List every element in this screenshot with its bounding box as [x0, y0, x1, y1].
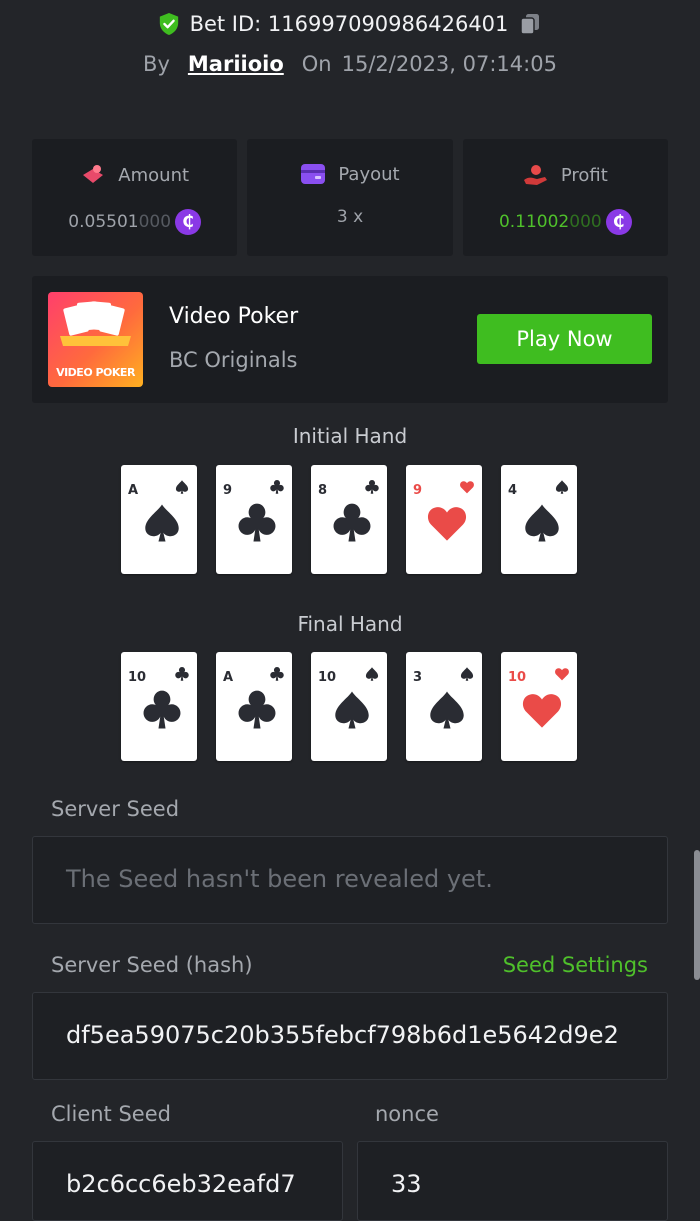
profit-icon — [523, 165, 547, 185]
seed-settings-link[interactable]: Seed Settings — [503, 953, 648, 977]
card-rank: 10 — [318, 670, 337, 685]
initial-hand-card: 9 — [406, 465, 482, 574]
card-rank: A — [223, 670, 234, 685]
server-seed-hash-field[interactable]: df5ea59075c20b355febcf798b6d1e5642d9e2 — [32, 992, 668, 1080]
scrollbar-thumb[interactable] — [694, 850, 700, 980]
club-suit-icon — [270, 479, 284, 494]
initial-hand-title: Initial Hand — [292, 424, 408, 448]
amount-icon — [83, 165, 104, 183]
profit-label: Profit — [560, 164, 608, 186]
game-card: VIDEO POKER Video Poker BC Originals Pla… — [32, 276, 668, 403]
nonce-field[interactable]: 33 — [357, 1141, 668, 1221]
nonce-label: nonce — [375, 1102, 439, 1126]
card-rank: 10 — [508, 670, 527, 685]
profit-stat: Profit 0.11002000 ₵ — [462, 139, 668, 256]
heart-suit-icon — [460, 481, 474, 494]
game-provider: BC Originals — [169, 348, 298, 372]
bet-header: Bet ID: 116997090986426401 By Mariioio O… — [0, 0, 700, 76]
spade-suit-icon — [460, 667, 474, 681]
club-suit-icon — [238, 690, 276, 729]
coin-icon: ₵ — [175, 209, 202, 235]
club-suit-icon — [175, 666, 189, 681]
final-hand-card: 10 — [311, 652, 387, 761]
final-hand-card: A — [216, 652, 292, 761]
final-hand-card: 3 — [406, 652, 482, 761]
initial-hand: A 9 8 9 4 — [121, 465, 577, 574]
video-poker-thumbnail[interactable]: VIDEO POKER — [48, 292, 143, 387]
initial-hand-card: 9 — [216, 465, 292, 574]
club-suit-icon — [238, 503, 276, 542]
bet-stats: Amount 0.05501000 ₵ Payout 3 x Profit 0.… — [32, 139, 668, 256]
card-rank: A — [128, 483, 139, 498]
card-rank: 9 — [223, 483, 233, 498]
username-link[interactable]: Mariioio — [188, 52, 284, 76]
final-hand: 10 A 10 3 10 — [121, 652, 577, 761]
verified-shield-icon — [159, 13, 178, 35]
on-label: On — [301, 52, 332, 76]
club-suit-icon — [143, 690, 181, 729]
client-seed-label: Client Seed — [51, 1102, 171, 1126]
client-seed-field[interactable]: b2c6cc6eb32eafd7 — [32, 1141, 343, 1221]
spade-suit-icon — [175, 480, 189, 494]
copy-icon[interactable] — [518, 12, 542, 36]
spade-suit-icon — [145, 504, 179, 542]
final-hand-card: 10 — [501, 652, 577, 761]
amount-stat: Amount 0.05501000 ₵ — [32, 139, 238, 256]
card-rank: 3 — [413, 670, 423, 685]
club-suit-icon — [333, 503, 371, 542]
spade-suit-icon — [555, 480, 569, 494]
server-seed-label: Server Seed — [51, 797, 180, 821]
server-seed-hash-label: Server Seed (hash) — [51, 953, 253, 977]
server-seed-field: The Seed hasn't been revealed yet. — [32, 836, 668, 924]
payout-label: Payout — [338, 163, 400, 185]
final-hand-card: 10 — [121, 652, 197, 761]
initial-hand-card: 4 — [501, 465, 577, 574]
club-suit-icon — [270, 666, 284, 681]
bet-meta-row: By Mariioio On 15/2/2023, 07:14:05 — [0, 52, 700, 76]
final-hand-title: Final Hand — [297, 612, 403, 636]
bet-id-row: Bet ID: 116997090986426401 — [0, 10, 700, 38]
card-rank: 9 — [413, 483, 423, 498]
play-now-button[interactable]: Play Now — [477, 314, 652, 364]
spade-suit-icon — [525, 504, 559, 542]
payout-stat: Payout 3 x — [247, 139, 453, 256]
profit-value: 0.11002000 — [498, 212, 602, 232]
heart-suit-icon — [555, 668, 569, 681]
payout-card-icon — [301, 164, 326, 184]
club-suit-icon — [365, 479, 379, 494]
spade-suit-icon — [365, 667, 379, 681]
heart-suit-icon — [427, 507, 467, 541]
initial-hand-card: 8 — [311, 465, 387, 574]
card-rank: 8 — [318, 483, 328, 498]
cards-fan-icon — [60, 301, 131, 346]
thumbnail-label: VIDEO POKER — [56, 366, 135, 379]
initial-hand-card: A — [121, 465, 197, 574]
amount-value: 0.05501000 — [68, 212, 172, 232]
coin-icon: ₵ — [605, 209, 632, 235]
spade-suit-icon — [335, 691, 369, 729]
card-rank: 10 — [128, 670, 147, 685]
payout-value: 3 x — [336, 207, 364, 227]
spade-suit-icon — [430, 691, 464, 729]
heart-suit-icon — [522, 694, 562, 728]
by-label: By — [143, 52, 170, 76]
amount-label: Amount — [118, 164, 190, 186]
game-name: Video Poker — [169, 304, 299, 329]
bet-datetime: 15/2/2023, 07:14:05 — [341, 52, 557, 76]
card-rank: 4 — [508, 483, 518, 498]
bet-id: Bet ID: 116997090986426401 — [189, 12, 509, 36]
